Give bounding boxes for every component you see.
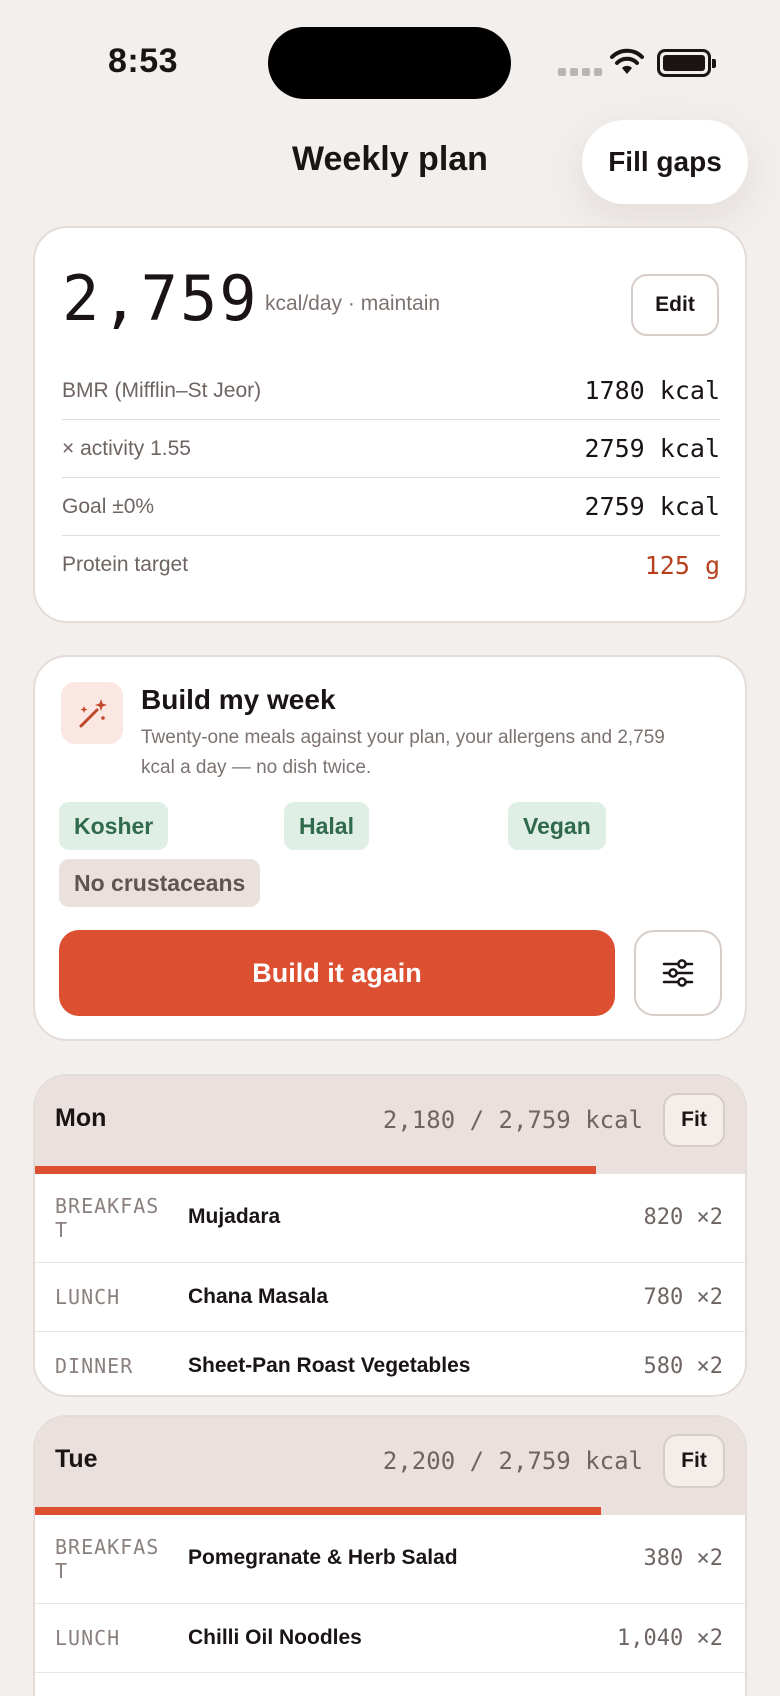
calc-value: 1780 kcal xyxy=(584,376,720,405)
day-kcal-total: 2,200 / 2,759 kcal xyxy=(382,1447,643,1475)
day-name: Mon xyxy=(55,1104,107,1132)
magic-wand-icon xyxy=(61,682,123,744)
build-week-card: Build my week Twenty-one meals against y… xyxy=(33,655,747,1041)
meal-slot: BREAKFAST xyxy=(55,1194,160,1242)
meal-kcal: 1,040 ×2 xyxy=(617,1626,723,1651)
calc-label: Goal ±0% xyxy=(62,494,155,518)
meal-row-lunch[interactable]: LUNCH Chilli Oil Noodles 1,040 ×2 xyxy=(35,1603,745,1672)
meal-name: Chana Masala xyxy=(188,1285,329,1308)
daily-kcal-value: 2,759 xyxy=(62,262,259,335)
diet-chip-vegan[interactable]: Vegan xyxy=(508,802,606,850)
activity-row: × activity 1.55 2759 kcal xyxy=(62,420,720,478)
dynamic-island xyxy=(268,27,511,99)
battery-icon xyxy=(657,49,716,77)
build-description: Twenty-one meals against your plan, your… xyxy=(141,727,665,778)
calc-value: 2759 kcal xyxy=(584,492,720,521)
build-settings-button[interactable] xyxy=(634,930,722,1016)
meal-name: Sheet-Pan Roast Vegetables xyxy=(188,1354,471,1377)
meal-kcal: 580 ×2 xyxy=(643,1354,723,1379)
wifi-icon xyxy=(610,48,644,74)
day-name: Tue xyxy=(55,1445,98,1473)
diet-chip-kosher[interactable]: Kosher xyxy=(59,802,169,850)
day-progress-bar xyxy=(35,1166,745,1174)
meal-slot: DINNER xyxy=(55,1354,134,1378)
cellular-signal-icon xyxy=(558,68,602,76)
calc-value: 2759 kcal xyxy=(584,434,720,463)
sliders-icon xyxy=(662,959,694,987)
daily-kcal-caption: kcal/day · maintain xyxy=(265,292,441,315)
fit-day-button[interactable]: Fit xyxy=(663,1434,725,1488)
calorie-summary-card: 2,759 kcal/day · maintain Edit BMR (Miff… xyxy=(33,226,747,623)
day-card-tue: Tue 2,200 / 2,759 kcal Fit BREAKFAST Pom… xyxy=(33,1415,747,1696)
day-progress-fill xyxy=(35,1507,601,1515)
meal-row-lunch[interactable]: LUNCH Chana Masala 780 ×2 xyxy=(35,1262,745,1331)
day-card-mon: Mon 2,180 / 2,759 kcal Fit BREAKFAST Muj… xyxy=(33,1074,747,1397)
build-title: Build my week xyxy=(141,684,336,715)
allergen-chip-no-crustaceans[interactable]: No crustaceans xyxy=(59,859,261,907)
day-header: Mon 2,180 / 2,759 kcal Fit xyxy=(35,1076,745,1166)
meal-kcal: 380 ×2 xyxy=(643,1546,723,1571)
calc-label: Protein target xyxy=(62,553,189,576)
status-time: 8:53 xyxy=(108,42,179,80)
edit-plan-button[interactable]: Edit xyxy=(631,274,719,336)
calc-label: × activity 1.55 xyxy=(62,436,191,460)
build-it-again-button[interactable]: Build it again xyxy=(59,930,615,1016)
meal-row-breakfast[interactable]: BREAKFAST Mujadara 820 ×2 xyxy=(35,1174,745,1262)
meal-row-dinner[interactable]: DINNER Sheet-Pan Roast Vegetables 580 ×2 xyxy=(35,1331,745,1395)
meal-row-partial[interactable] xyxy=(35,1672,745,1696)
meal-kcal: 780 ×2 xyxy=(643,1285,723,1310)
bmr-row: BMR (Mifflin–St Jeor) 1780 kcal xyxy=(62,362,720,420)
meal-kcal: 820 ×2 xyxy=(643,1205,723,1230)
day-kcal-total: 2,180 / 2,759 kcal xyxy=(382,1106,643,1134)
goal-row: Goal ±0% 2759 kcal xyxy=(62,478,720,536)
meal-slot: LUNCH xyxy=(55,1626,121,1650)
status-bar: 8:53 xyxy=(0,0,780,120)
fit-day-button[interactable]: Fit xyxy=(663,1093,725,1147)
fill-gaps-button[interactable]: Fill gaps xyxy=(582,120,748,204)
protein-target-row: Protein target 125 g xyxy=(62,536,720,594)
meal-slot: BREAKFAST xyxy=(55,1535,160,1583)
day-header: Tue 2,200 / 2,759 kcal Fit xyxy=(35,1417,745,1507)
diet-chip-halal[interactable]: Halal xyxy=(284,802,369,850)
calc-value: 125 g xyxy=(644,550,720,580)
day-progress-fill xyxy=(35,1166,596,1174)
calc-label: BMR (Mifflin–St Jeor) xyxy=(62,378,262,402)
meal-name: Chilli Oil Noodles xyxy=(188,1626,362,1649)
meal-name: Mujadara xyxy=(188,1205,281,1228)
meal-slot: LUNCH xyxy=(55,1285,121,1309)
day-progress-bar xyxy=(35,1507,745,1515)
meal-row-breakfast[interactable]: BREAKFAST Pomegranate & Herb Salad 380 ×… xyxy=(35,1515,745,1603)
meal-name: Pomegranate & Herb Salad xyxy=(188,1546,458,1569)
